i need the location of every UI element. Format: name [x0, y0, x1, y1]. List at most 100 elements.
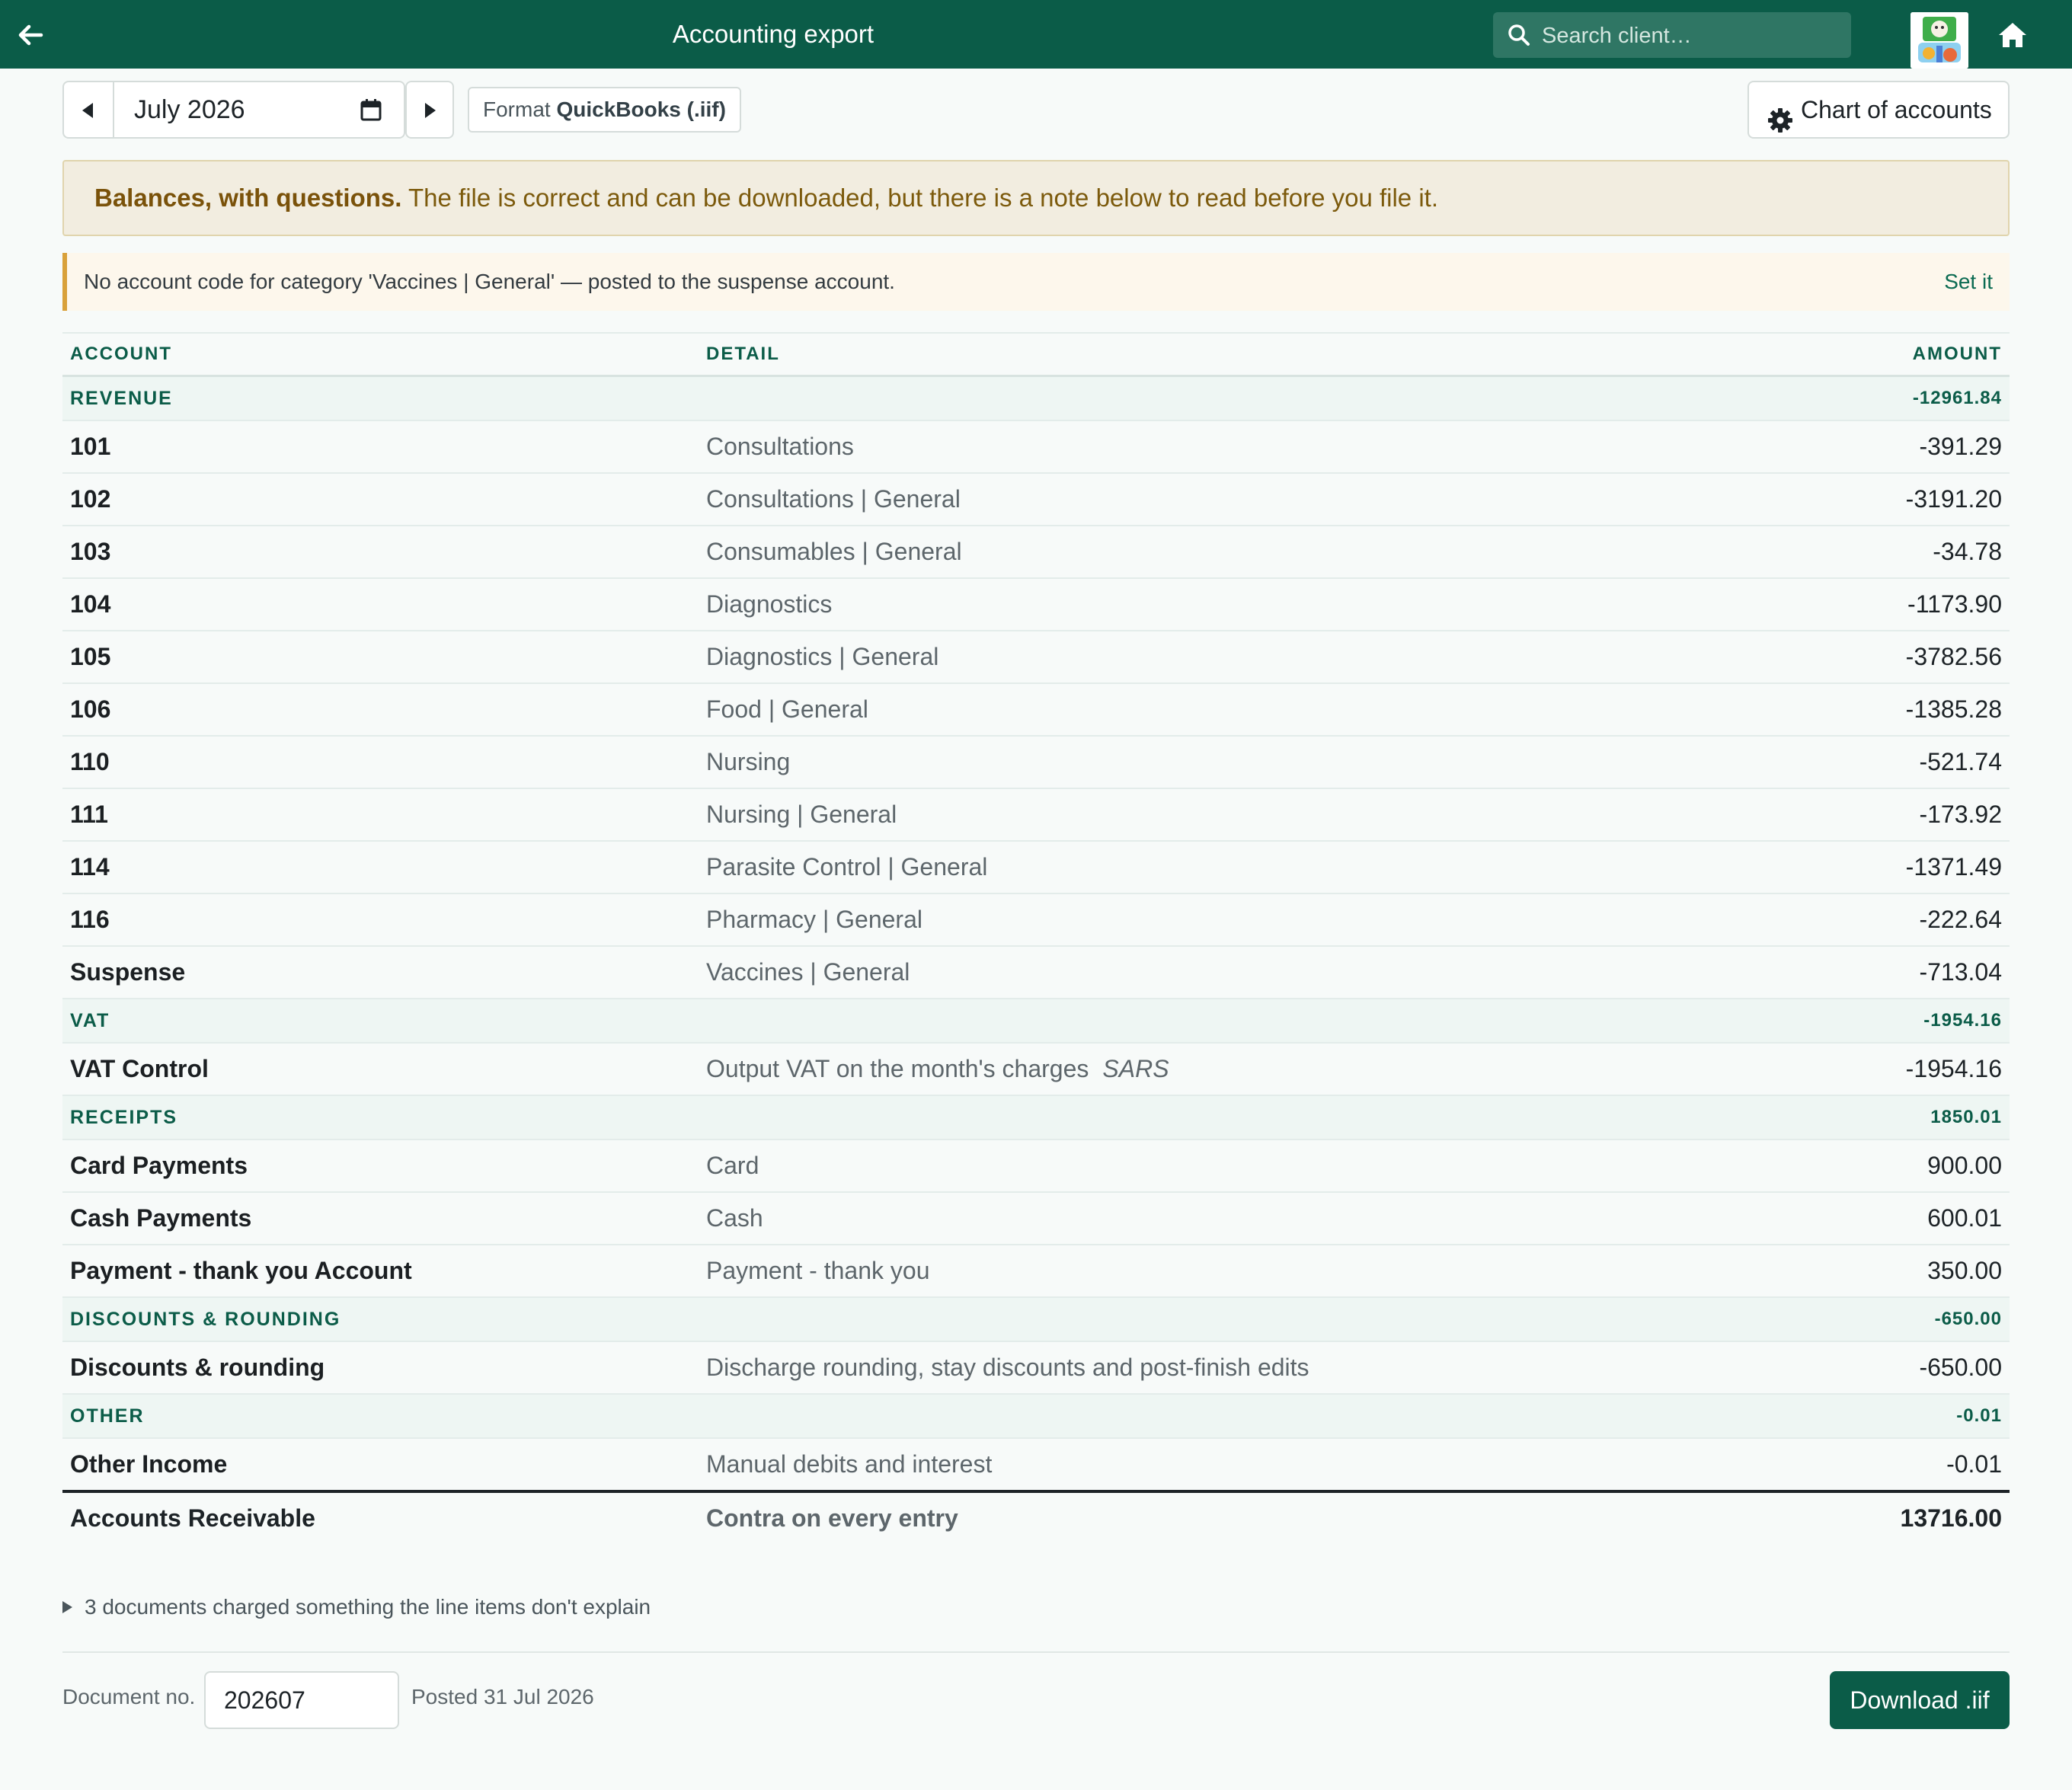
- table-row: 116 Pharmacy | General -222.64: [62, 893, 2010, 947]
- table-row: Payment - thank you Account Payment - tha…: [62, 1245, 2010, 1298]
- chart-of-accounts-label: Chart of accounts: [1801, 96, 1992, 123]
- account-cell: 103: [62, 526, 699, 579]
- clinic-avatar[interactable]: [1911, 12, 1968, 69]
- table-row: Suspense Vaccines | General -713.04: [62, 946, 2010, 999]
- group-name: VAT: [62, 999, 699, 1044]
- table-header-row: ACCOUNT DETAIL AMOUNT: [62, 332, 2010, 377]
- chart-of-accounts-button[interactable]: Chart of accounts: [1747, 81, 2010, 139]
- detail-cell: Consumables | General: [699, 526, 1780, 579]
- table-row: 111 Nursing | General -173.92: [62, 788, 2010, 842]
- gear-icon: [1767, 97, 1793, 133]
- month-picker[interactable]: July 2026: [114, 81, 405, 139]
- group-name: REVENUE: [62, 376, 699, 421]
- group-spacer: [699, 999, 1780, 1044]
- next-month-button[interactable]: [405, 81, 454, 139]
- export-table: ACCOUNT DETAIL AMOUNT REVENUE -12961.84 10…: [62, 332, 2010, 1543]
- group-spacer: [699, 1297, 1780, 1342]
- group-name: RECEIPTS: [62, 1095, 699, 1140]
- amount-cell: -173.92: [1780, 788, 2010, 842]
- document-number-input[interactable]: [204, 1671, 399, 1729]
- detail-text: Card: [706, 1152, 759, 1179]
- detail-text: Output VAT on the month's charges: [706, 1055, 1089, 1082]
- detail-text: Consumables | General: [706, 538, 962, 565]
- amount-cell: -1173.90: [1780, 578, 2010, 631]
- amount-column-header: AMOUNT: [1780, 332, 2010, 377]
- search-icon: [1507, 23, 1531, 47]
- table-row: Cash Payments Cash 600.01: [62, 1192, 2010, 1245]
- group-total: -1954.16: [1780, 999, 2010, 1044]
- account-cell: 102: [62, 473, 699, 526]
- calendar-icon[interactable]: [360, 97, 382, 122]
- table-row: 103 Consumables | General -34.78: [62, 526, 2010, 579]
- account-cell: 114: [62, 841, 699, 894]
- detail-text: Vaccines | General: [706, 958, 910, 986]
- group-total: -12961.84: [1780, 376, 2010, 421]
- account-cell: 101: [62, 420, 699, 474]
- detail-cell: Payment - thank you: [699, 1245, 1780, 1298]
- table-row: 114 Parasite Control | General -1371.49: [62, 841, 2010, 894]
- disclosure-label: 3 documents charged something the line i…: [85, 1595, 651, 1619]
- account-cell: Discounts & rounding: [62, 1341, 699, 1395]
- total-amount-cell: 13716.00: [1780, 1490, 2010, 1543]
- table-row: 102 Consultations | General -3191.20: [62, 473, 2010, 526]
- account-cell: Suspense: [62, 946, 699, 999]
- total-row: Accounts Receivable Contra on every entry…: [62, 1490, 2010, 1543]
- detail-cell: Consultations | General: [699, 473, 1780, 526]
- set-it-link[interactable]: Set it: [1944, 253, 1993, 311]
- group-spacer: [699, 376, 1780, 421]
- amount-cell: -3191.20: [1780, 473, 2010, 526]
- table-row: Other Income Manual debits and interest -0…: [62, 1438, 2010, 1492]
- detail-text: Nursing | General: [706, 801, 897, 828]
- amount-cell: 350.00: [1780, 1245, 2010, 1298]
- detail-cell: Parasite Control | General: [699, 841, 1780, 894]
- detail-text: Diagnostics: [706, 590, 833, 618]
- detail-text: Diagnostics | General: [706, 643, 939, 670]
- account-cell: 105: [62, 631, 699, 684]
- divider: [62, 1651, 2010, 1653]
- detail-cell: Nursing: [699, 736, 1780, 789]
- account-cell: Other Income: [62, 1438, 699, 1492]
- detail-cell: Discharge rounding, stay discounts and p…: [699, 1341, 1780, 1395]
- group-row: OTHER -0.01: [62, 1394, 2010, 1439]
- download-button[interactable]: Download .iif: [1830, 1671, 2010, 1729]
- document-number-label: Document no.: [62, 1685, 196, 1708]
- search-input[interactable]: [1540, 12, 1840, 59]
- group-row: RECEIPTS 1850.01: [62, 1095, 2010, 1140]
- detail-text: Pharmacy | General: [706, 906, 922, 933]
- page-title: Accounting export: [672, 20, 875, 48]
- account-cell: Payment - thank you Account: [62, 1245, 699, 1298]
- account-cell: Cash Payments: [62, 1192, 699, 1245]
- triangle-right-icon: [425, 103, 436, 118]
- detail-text: Parasite Control | General: [706, 853, 988, 881]
- detail-cell: Consultations: [699, 420, 1780, 474]
- amount-cell: -713.04: [1780, 946, 2010, 999]
- status-message: The file is correct and can be downloade…: [401, 184, 1438, 212]
- total-detail-cell: Contra on every entry: [699, 1490, 1780, 1543]
- unexplained-charges-disclosure[interactable]: 3 documents charged something the line i…: [62, 1595, 651, 1619]
- detail-text: Cash: [706, 1204, 763, 1232]
- detail-text: Discharge rounding, stay discounts and p…: [706, 1354, 1309, 1381]
- group-row: VAT -1954.16: [62, 999, 2010, 1044]
- status-banner: Balances, with questions. The file is co…: [62, 160, 2010, 236]
- home-icon[interactable]: [1996, 18, 2029, 52]
- search-box[interactable]: [1493, 12, 1851, 59]
- previous-month-button[interactable]: [62, 81, 114, 139]
- group-name: DISCOUNTS & ROUNDING: [62, 1297, 699, 1342]
- account-cell: 106: [62, 683, 699, 737]
- disclosure-triangle-icon: [62, 1601, 72, 1613]
- detail-text: Nursing: [706, 748, 791, 775]
- detail-text: Food | General: [706, 695, 868, 723]
- table-row: 110 Nursing -521.74: [62, 736, 2010, 789]
- month-value: July 2026: [134, 95, 245, 124]
- group-total: -0.01: [1780, 1394, 2010, 1439]
- format-badge: Format QuickBooks (.iif): [468, 87, 741, 133]
- group-name: OTHER: [62, 1394, 699, 1439]
- detail-cell: Vaccines | General: [699, 946, 1780, 999]
- amount-cell: -222.64: [1780, 893, 2010, 947]
- account-column-header: ACCOUNT: [62, 332, 699, 377]
- account-cell: 116: [62, 893, 699, 947]
- amount-cell: -34.78: [1780, 526, 2010, 579]
- warning-note-text: No account code for category 'Vaccines |…: [84, 270, 895, 293]
- amount-cell: -391.29: [1780, 420, 2010, 474]
- posted-date: Posted 31 Jul 2026: [411, 1685, 594, 1708]
